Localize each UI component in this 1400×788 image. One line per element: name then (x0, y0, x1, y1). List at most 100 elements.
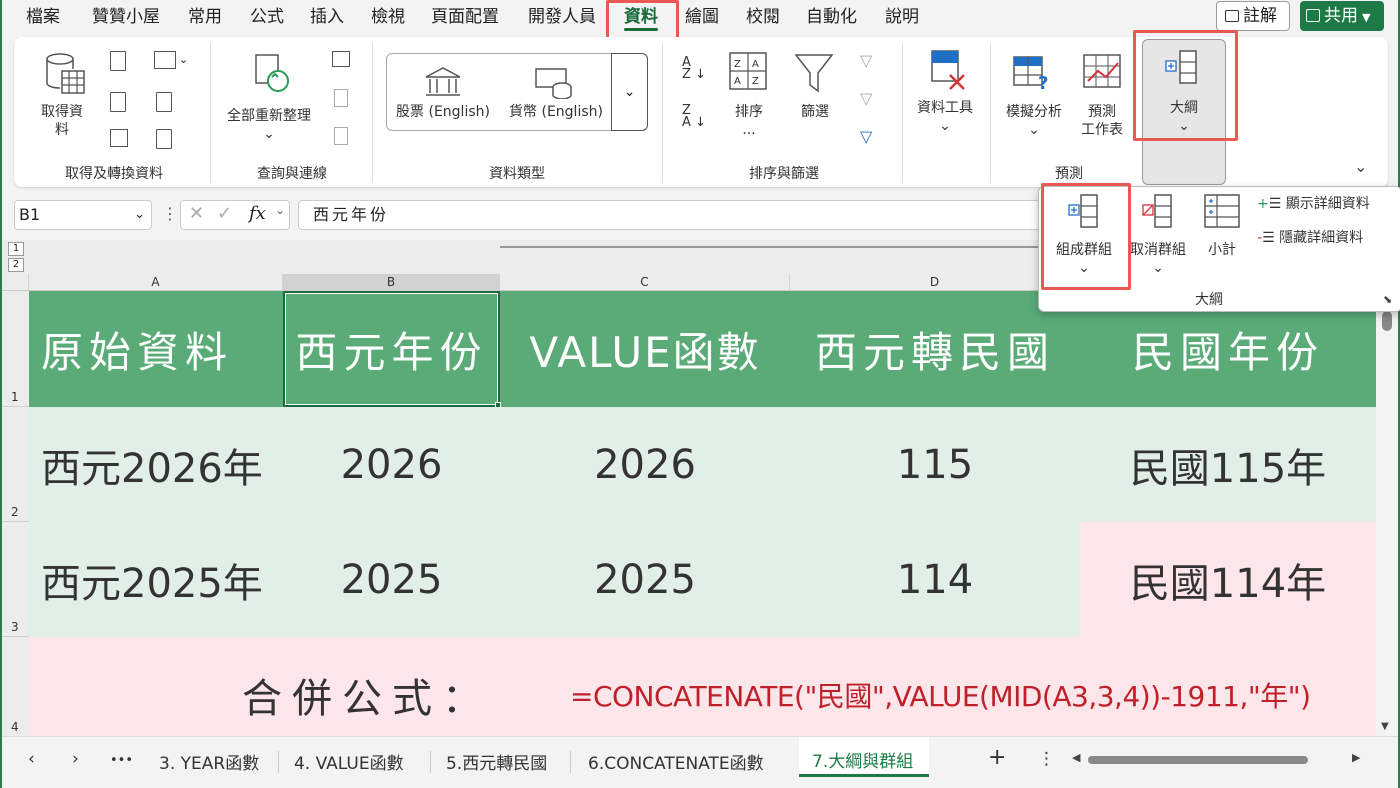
menu-draw[interactable]: 繪圖 (685, 4, 719, 30)
menu-formulas[interactable]: 公式 (250, 4, 284, 30)
dialog-launcher-icon[interactable]: ⬊ (1383, 293, 1392, 306)
menu-zanzan[interactable]: 贊贊小屋 (92, 4, 160, 30)
clear-filter-icon[interactable]: ▽ (860, 51, 880, 71)
column-header-d[interactable]: D (790, 274, 1080, 291)
column-header-a[interactable]: A (29, 274, 283, 291)
tab-concatenate[interactable]: 6.CONCATENATE函數 (588, 749, 764, 774)
cell-a2[interactable]: 西元2026年 (29, 407, 283, 522)
subtotal-button[interactable]: 小計 (1197, 241, 1247, 259)
cell-a3[interactable]: 西元2025年 (29, 522, 283, 637)
cell-formula-text[interactable]: =CONCATENATE("民國",VALUE(MID(A3,3,4))-191… (570, 670, 1370, 720)
filter-button[interactable]: 篩選 (790, 103, 840, 121)
existing-connections-icon[interactable] (156, 129, 172, 149)
row-number: 4 (11, 720, 19, 734)
name-box[interactable]: B1 ⌄ (14, 200, 152, 230)
row-header-1[interactable]: 1 (2, 291, 29, 407)
comment-button[interactable]: 註解 (1216, 1, 1290, 31)
cell-formula-label[interactable]: 合併公式： (242, 660, 502, 730)
horizontal-scrollbar[interactable]: ◀ ▶ (1072, 751, 1362, 767)
outline-level-1[interactable]: 1 (8, 242, 24, 256)
recent-sources-icon[interactable] (156, 92, 172, 112)
tab-scroll-right-icon[interactable]: › (72, 749, 79, 769)
row-header-4[interactable]: 4 (2, 637, 29, 737)
what-if-button[interactable]: 模擬分析 ⌄ (996, 103, 1072, 139)
group-icon (1068, 194, 1098, 228)
show-detail-button[interactable]: +☰ 顯示詳細資料 (1257, 195, 1370, 213)
edit-links-icon[interactable] (334, 127, 348, 145)
sort-button[interactable]: 排序... (724, 103, 774, 139)
menu-review[interactable]: 校閱 (746, 4, 780, 30)
text-file-icon[interactable] (110, 51, 126, 71)
menu-home[interactable]: 常用 (188, 4, 222, 30)
forecast-sheet-button[interactable]: 預測 工作表 (1070, 103, 1134, 139)
cell-d2[interactable]: 115 (790, 407, 1080, 522)
menu-insert[interactable]: 插入 (310, 4, 344, 30)
currency-button[interactable]: 貨幣 (English) (502, 103, 610, 121)
tab-year[interactable]: 3. YEAR函數 (159, 749, 259, 774)
get-data-button[interactable]: 取得資料 (36, 103, 88, 139)
tab-separator (570, 751, 571, 773)
cell-d1[interactable]: 西元轉民國 (790, 291, 1080, 407)
more-tabs-button[interactable]: ••• (110, 753, 133, 768)
cell-c3[interactable]: 2025 (500, 522, 790, 637)
forecast-sheet-icon (1083, 54, 1121, 88)
column-header-b[interactable]: B (283, 274, 500, 291)
sheet-options-icon[interactable]: ⋮ (1038, 749, 1055, 769)
outline-level-2[interactable]: 2 (8, 258, 24, 272)
cell-e3[interactable]: 民國114年 (1080, 522, 1376, 637)
group-button[interactable]: 組成群組 ⌄ (1049, 241, 1119, 277)
data-types-more-button[interactable]: ⌄ (611, 53, 648, 131)
sort-desc-icon[interactable]: ZA ↓ (682, 104, 706, 129)
row-header-2[interactable]: 2 (2, 407, 29, 522)
queries-pane-icon[interactable] (332, 51, 350, 67)
menu-view[interactable]: 檢視 (371, 4, 405, 30)
ungroup-button[interactable]: 取消群組 ⌄ (1125, 241, 1191, 277)
picture-data-icon[interactable] (154, 51, 176, 69)
table-range-icon[interactable] (110, 129, 128, 147)
data-tools-button[interactable]: 資料工具 ⌄ (910, 99, 980, 135)
scroll-right-icon[interactable]: ▶ (1352, 751, 1360, 764)
menu-help[interactable]: 說明 (885, 4, 919, 30)
cell-b2[interactable]: 2026 (283, 407, 500, 522)
menu-file[interactable]: 檔案 (26, 4, 60, 30)
scroll-down-icon[interactable]: ▼ (1381, 721, 1389, 732)
tab-outline-group[interactable]: 7.大綱與群組 (799, 737, 929, 777)
column-header-c[interactable]: C (500, 274, 790, 291)
menu-automate[interactable]: 自動化 (806, 4, 857, 30)
tab-roc[interactable]: 5.西元轉民國 (446, 749, 547, 774)
menu-developer[interactable]: 開發人員 (528, 4, 596, 30)
row-header-3[interactable]: 3 (2, 522, 29, 637)
insert-function-button[interactable]: fx (249, 203, 266, 224)
scroll-thumb[interactable] (1382, 311, 1392, 331)
hide-detail-button[interactable]: -☰ 隱藏詳細資料 (1257, 229, 1363, 247)
add-sheet-button[interactable]: + (988, 745, 1006, 770)
refresh-all-button[interactable]: 全部重新整理 ⌄ (220, 107, 318, 143)
cell-e2[interactable]: 民國115年 (1080, 407, 1376, 522)
share-button[interactable]: 共用 ▼ (1300, 1, 1384, 31)
enter-icon[interactable]: ✓ (217, 203, 232, 224)
cancel-icon[interactable]: ✕ (189, 203, 204, 224)
tab-scroll-left-icon[interactable]: ‹ (28, 749, 35, 769)
cell-b1[interactable]: 西元年份 (283, 291, 500, 407)
tab-value[interactable]: 4. VALUE函數 (294, 749, 404, 774)
select-all-corner[interactable] (2, 274, 29, 291)
properties-icon[interactable] (334, 89, 348, 107)
cell-d3[interactable]: 114 (790, 522, 1080, 637)
sort-asc-icon[interactable]: AZ ↓ (682, 56, 706, 81)
cell-c1[interactable]: VALUE函數 (500, 291, 790, 407)
horizontal-scroll-thumb[interactable] (1088, 756, 1308, 764)
menu-page-layout[interactable]: 頁面配置 (431, 4, 499, 30)
cell-b3[interactable]: 2025 (283, 522, 500, 637)
menu-data[interactable]: 資料 (624, 4, 658, 31)
web-icon[interactable] (110, 92, 126, 112)
cell-a1[interactable]: 原始資料 (29, 291, 283, 407)
stocks-button[interactable]: 股票 (English) (392, 103, 494, 121)
cell-c2[interactable]: 2026 (500, 407, 790, 522)
reapply-filter-icon[interactable]: ▽ (860, 89, 880, 109)
advanced-filter-icon[interactable]: ▽ (860, 127, 880, 147)
collapse-ribbon-icon[interactable]: ⌄ (1354, 157, 1367, 176)
vertical-scrollbar[interactable]: ▼ (1378, 291, 1398, 737)
more-options-icon[interactable]: ⋮ (162, 204, 178, 223)
group-separator (210, 43, 211, 183)
scroll-left-icon[interactable]: ◀ (1072, 751, 1080, 764)
